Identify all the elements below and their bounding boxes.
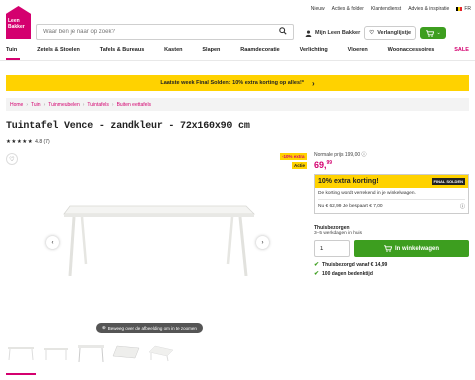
thumbnail-5[interactable] [146, 342, 176, 364]
usp-item: ✔ 100 dagen bedenktijd [314, 270, 469, 278]
search-icon[interactable] [279, 27, 287, 37]
price-cents: 99 [326, 160, 333, 166]
star-rating-icon: ★★★★★ [6, 139, 34, 145]
thumbnail-strip [6, 342, 176, 364]
product-image[interactable] [60, 196, 256, 276]
chevron-left-icon: ‹ [51, 239, 54, 246]
nav-item-slapen[interactable]: Slapen [202, 47, 220, 53]
add-to-cart-label: In winkelwagen [394, 245, 439, 252]
cart-button[interactable]: ⌄ [420, 27, 447, 39]
cart-icon [383, 245, 392, 252]
nav-item-raamdecoratie[interactable]: Raamdecoratie [240, 47, 279, 53]
cart-icon [425, 29, 434, 37]
account-link[interactable]: Mijn Leen Bakker [305, 30, 360, 37]
util-link-advies[interactable]: Advies & inspiratie [408, 6, 449, 12]
promo-banner[interactable]: Laatste week Final Solden: 10% extra kor… [6, 75, 469, 91]
add-to-cart-button[interactable]: In winkelwagen [354, 240, 469, 257]
page-title: Tuintafel Vence - zandkleur - 72x160x90 … [6, 121, 250, 132]
nav-divider [0, 60, 475, 61]
wishlist-label: Verlanglijstje [377, 30, 412, 36]
chevron-right-icon: › [311, 78, 315, 88]
normal-price: Normale prijs 199,00 [314, 152, 361, 158]
nav-item-sale[interactable]: SALE [454, 47, 469, 53]
nav-item-tuin[interactable]: Tuin [6, 47, 17, 53]
chevron-right-icon: › [261, 239, 264, 246]
breadcrumb-separator-icon: › [26, 101, 29, 108]
normal-price-row: Normale prijs 199,00 ⓘ [314, 151, 469, 158]
thumbnail-2[interactable] [41, 342, 71, 364]
nav-item-kasten[interactable]: Kasten [164, 47, 182, 53]
search-bar[interactable] [36, 24, 294, 40]
user-icon [305, 30, 312, 37]
gallery-prev-button[interactable]: ‹ [46, 236, 59, 249]
zoom-hint: ⊕ Beweeg over de afbeelding om in te zoo… [96, 323, 203, 333]
buy-row: In winkelwagen [314, 240, 469, 257]
breadcrumb-tuintafels[interactable]: Tuintafels [87, 102, 109, 108]
thumbnail-4[interactable] [111, 342, 141, 364]
product-rating[interactable]: ★★★★★ 4.8 (7) [6, 139, 50, 145]
promo-saving: Nu € 62,99 Je bespaart € 7,00 [318, 204, 383, 209]
nav-item-zetels[interactable]: Zetels & Stoelen [37, 47, 80, 53]
main-nav: Tuin Zetels & Stoelen Tafels & Bureaus K… [6, 47, 469, 53]
breadcrumb: Home › Tuin › Tuinmeubelen › Tuintafels › Bu… [6, 98, 469, 111]
breadcrumb-home[interactable]: Home [10, 102, 23, 108]
banner-text: Laatste week Final Solden: 10% extra kor… [160, 80, 304, 86]
language-label: FR [464, 6, 471, 12]
util-link-nieuw[interactable]: Nieuw [311, 6, 325, 12]
final-solden-badge: FINAL SOLDEN [431, 178, 465, 185]
promo-price-line: Nu € 62,99 Je bespaart € 7,00 ⓘ [318, 199, 465, 210]
breadcrumb-tuin[interactable]: Tuin [31, 102, 41, 108]
logo[interactable]: Leen Bakker [6, 6, 31, 39]
util-link-acties[interactable]: Acties & folder [332, 6, 364, 12]
thumbnail-1[interactable] [6, 342, 36, 364]
promo-description: De korting wordt verrekend in je winkelw… [318, 191, 416, 196]
info-icon[interactable]: ⓘ [460, 203, 465, 210]
search-input[interactable] [43, 29, 279, 35]
favorite-button[interactable]: ♡ [6, 153, 18, 165]
quantity-input[interactable] [314, 240, 350, 257]
current-price: 69,99 [314, 160, 469, 170]
usp-text: Thuisbezorgd vanaf € 14,99 [322, 261, 388, 268]
thumbnail-active-indicator [6, 373, 36, 375]
breadcrumb-separator-icon: › [111, 101, 114, 108]
usp-item: ✔ Thuisbezorgd vanaf € 14,99 [314, 261, 469, 269]
util-link-klantendienst[interactable]: Klantendienst [371, 6, 401, 12]
belgium-flag-icon [456, 7, 463, 11]
price-main: 69, [314, 160, 327, 170]
chevron-down-icon: ⌄ [436, 30, 441, 36]
nav-item-verlichting[interactable]: Verlichting [300, 47, 328, 53]
buy-panel: Normale prijs 199,00 ⓘ 69,99 10% extra k… [314, 151, 469, 277]
account-label: Mijn Leen Bakker [315, 30, 361, 36]
zoom-hint-text: Beweeg over de afbeelding om in te zoome… [107, 325, 197, 331]
header-actions: Mijn Leen Bakker ♡ Verlanglijstje ⌄ [305, 26, 447, 40]
promo-box: 10% extra korting! FINAL SOLDEN De korti… [314, 174, 469, 214]
delivery-time: 3–5 werkdagen in huis [314, 231, 363, 236]
heart-icon: ♡ [369, 30, 375, 36]
discount-badge: -10% extra [280, 153, 307, 160]
check-icon: ✔ [314, 262, 320, 268]
promo-title: 10% extra korting! [318, 178, 379, 185]
check-icon: ✔ [314, 271, 320, 277]
thumbnail-3[interactable] [76, 342, 106, 364]
gallery-next-button[interactable]: › [256, 236, 269, 249]
breadcrumb-separator-icon: › [43, 101, 46, 108]
promo-header: 10% extra korting! FINAL SOLDEN [315, 175, 468, 188]
breadcrumb-buiten-eettafels[interactable]: Buiten eettafels [117, 102, 151, 108]
zoom-icon: ⊕ [102, 325, 106, 330]
nav-item-woonaccessoires[interactable]: Woonaccessoires [388, 47, 435, 53]
nav-item-vloeren[interactable]: Vloeren [348, 47, 368, 53]
promo-body: De korting wordt verrekend in je winkelw… [315, 188, 468, 213]
info-icon[interactable]: ⓘ [362, 152, 367, 158]
nav-item-tafels[interactable]: Tafels & Bureaus [100, 47, 145, 53]
breadcrumb-tuinmeubelen[interactable]: Tuinmeubelen [48, 102, 80, 108]
breadcrumb-separator-icon: › [82, 101, 85, 108]
actie-badge: Actie [292, 162, 308, 169]
wishlist-button[interactable]: ♡ Verlanglijstje [364, 26, 417, 40]
language-switch[interactable]: FR [456, 6, 471, 12]
heart-icon: ♡ [9, 156, 15, 163]
rating-value: 4.8 (7) [35, 139, 50, 145]
usp-text: 100 dagen bedenktijd [322, 270, 373, 277]
utility-bar: Nieuw Acties & folder Klantendienst Advi… [311, 6, 471, 12]
